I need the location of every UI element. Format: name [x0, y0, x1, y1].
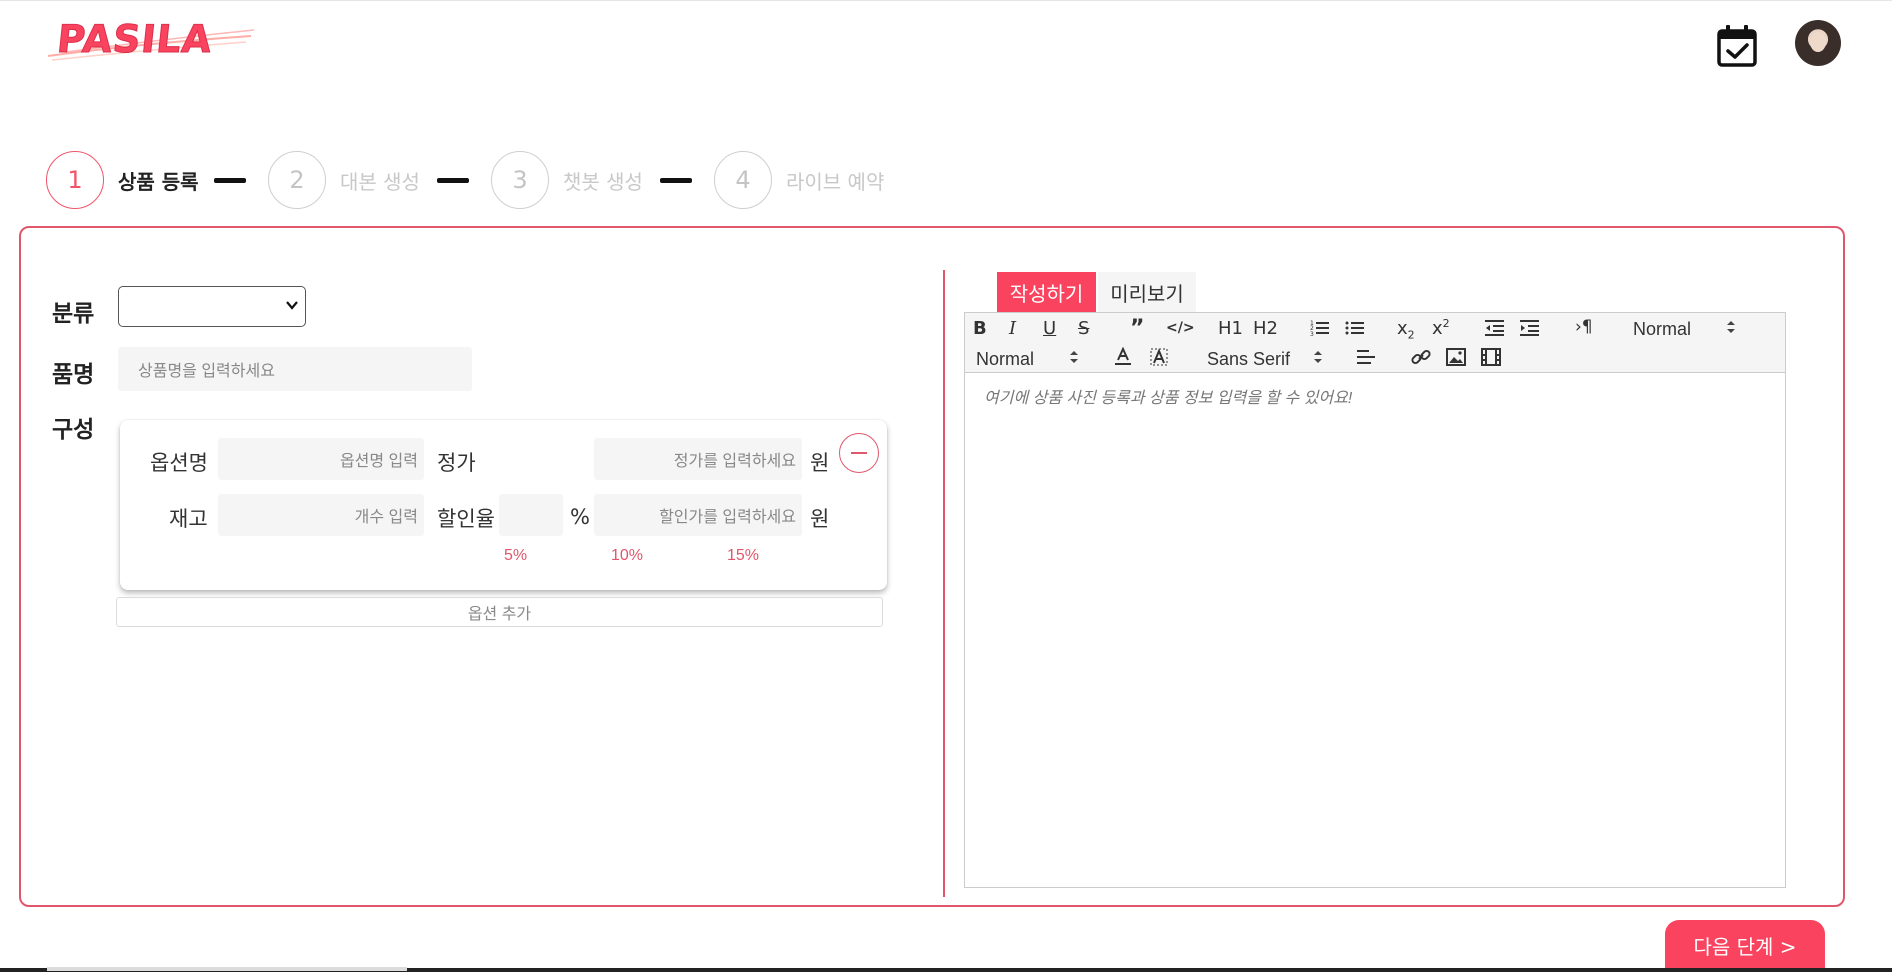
- calendar-check-icon[interactable]: [1716, 24, 1758, 68]
- panel-divider: [943, 270, 945, 897]
- select-arrows-icon: [1314, 351, 1322, 363]
- step-label: 상품 등록: [118, 169, 199, 194]
- pasila-logo[interactable]: PASILA: [46, 14, 256, 64]
- svg-text:PASILA: PASILA: [55, 17, 214, 61]
- product-name-input[interactable]: 상품명을 입력하세요: [118, 347, 472, 391]
- italic-icon[interactable]: I: [1009, 320, 1016, 338]
- step-number: 4: [714, 151, 772, 209]
- preset-10-button[interactable]: 10%: [611, 547, 643, 565]
- image-icon[interactable]: [1446, 348, 1466, 366]
- category-label: 분류: [52, 301, 95, 327]
- step-connector: [660, 178, 692, 183]
- underline-icon[interactable]: U: [1043, 320, 1056, 338]
- step-number: 3: [491, 151, 549, 209]
- step-number: 2: [268, 151, 326, 209]
- price-unit: 원: [810, 451, 830, 475]
- name-label: 품명: [52, 362, 95, 388]
- discount-label: 할인율: [437, 507, 495, 531]
- stock-label: 재고: [169, 507, 208, 531]
- step-connector: [214, 178, 246, 183]
- discount-unit: %: [570, 505, 590, 529]
- remove-option-button[interactable]: [839, 433, 879, 473]
- user-avatar[interactable]: [1795, 20, 1841, 66]
- editor-placeholder: 여기에 상품 사진 등록과 상품 정보 입력을 할 수 있어요!: [984, 390, 1353, 407]
- price-label: 정가: [437, 451, 476, 475]
- step-connector: [437, 178, 469, 183]
- h1-text: H1: [1218, 318, 1243, 339]
- link-icon[interactable]: [1411, 347, 1431, 367]
- step-number: 1: [46, 151, 104, 209]
- text-direction-icon[interactable]: ›¶: [1575, 319, 1593, 336]
- discount-rate-input[interactable]: [499, 494, 563, 536]
- select-arrows-icon: [1727, 321, 1735, 333]
- outdent-icon[interactable]: [1485, 319, 1505, 337]
- background-color-icon[interactable]: [1149, 347, 1169, 367]
- align-icon[interactable]: [1357, 349, 1377, 367]
- ordered-list-icon[interactable]: 123: [1310, 319, 1330, 337]
- superscript-icon[interactable]: x2: [1432, 318, 1450, 338]
- select-arrows-icon: [1070, 351, 1078, 363]
- bullet-list-icon[interactable]: [1345, 319, 1365, 337]
- step-4: 4 라이브 예약: [714, 151, 884, 209]
- step-label: 챗봇 생성: [563, 169, 643, 194]
- size-select[interactable]: Normal: [976, 349, 1034, 370]
- preset-5-button[interactable]: 5%: [504, 547, 527, 565]
- heading-2-icon[interactable]: H2: [1253, 320, 1278, 338]
- category-select[interactable]: [118, 286, 306, 327]
- h2-text: H2: [1253, 318, 1278, 339]
- subscript-icon[interactable]: x2: [1397, 320, 1415, 341]
- price-input[interactable]: 정가를 입력하세요: [594, 438, 802, 480]
- step-2: 2 대본 생성: [268, 151, 420, 209]
- step-label: 라이브 예약: [786, 169, 885, 194]
- blockquote-icon[interactable]: ”: [1130, 318, 1144, 340]
- text-color-icon[interactable]: [1114, 347, 1132, 367]
- discount-price-unit: 원: [810, 507, 830, 531]
- video-icon[interactable]: [1481, 348, 1501, 366]
- font-select[interactable]: Sans Serif: [1207, 349, 1290, 370]
- code-icon[interactable]: </>: [1166, 321, 1195, 335]
- tab-preview[interactable]: 미리보기: [1098, 272, 1196, 312]
- next-step-button[interactable]: 다음 단계 >: [1665, 920, 1825, 972]
- option-name-input[interactable]: 옵션명 입력: [218, 438, 424, 480]
- bold-icon[interactable]: B: [973, 320, 987, 338]
- step-label: 대본 생성: [340, 169, 420, 194]
- chevron-down-icon: [286, 301, 298, 310]
- step-1: 1 상품 등록: [46, 151, 199, 209]
- header-select[interactable]: Normal: [1633, 319, 1691, 340]
- stock-input[interactable]: 개수 입력: [218, 494, 424, 536]
- strike-icon[interactable]: S: [1078, 320, 1089, 338]
- scrollbar-thumb[interactable]: [47, 967, 407, 971]
- step-3: 3 챗봇 생성: [491, 151, 643, 209]
- indent-icon[interactable]: [1520, 319, 1540, 337]
- option-name-label: 옵션명: [150, 451, 208, 475]
- tab-write[interactable]: 작성하기: [997, 272, 1096, 312]
- add-option-button[interactable]: 옵션 추가: [116, 597, 883, 627]
- discount-price-input[interactable]: 할인가를 입력하세요: [594, 494, 802, 536]
- heading-1-icon[interactable]: H1: [1218, 320, 1243, 338]
- top-border: [0, 0, 1892, 1]
- composition-label: 구성: [52, 417, 95, 443]
- svg-text:3: 3: [1310, 331, 1314, 337]
- preset-15-button[interactable]: 15%: [727, 547, 759, 565]
